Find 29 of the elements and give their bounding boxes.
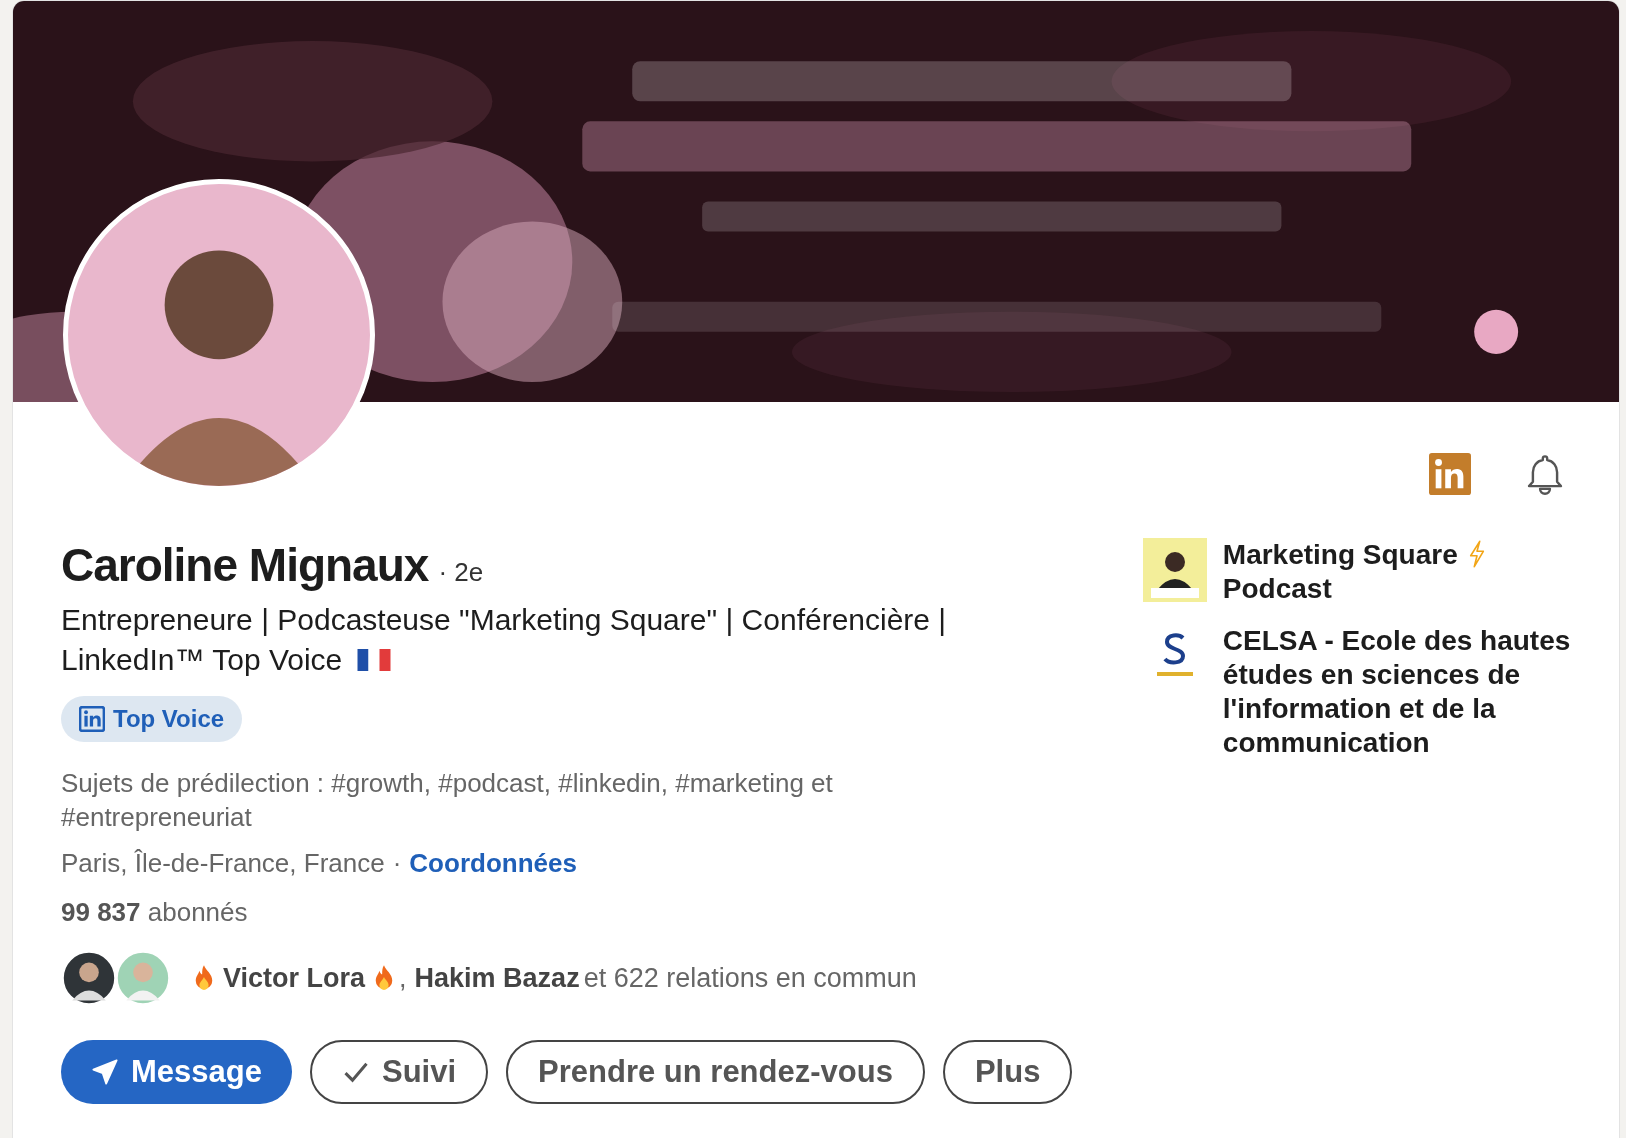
action-button[interactable]: Plus	[942, 1040, 1073, 1104]
headline: LinkedIn™ Top Voice	[61, 642, 343, 678]
headline: Entrepreneure | Podcasteuse "Marketing Square" | Conférencière |	[61, 602, 948, 638]
action-button[interactable]: Prendre un rendez-vous	[506, 1040, 925, 1104]
avatar[interactable]	[61, 950, 117, 1006]
podcast-logo-icon[interactable]	[1142, 538, 1207, 602]
followers-count: 99 837 abonnés	[61, 897, 249, 928]
fire-icon	[193, 964, 215, 992]
comma: ,	[399, 962, 407, 994]
action-button[interactable]: Suivi	[309, 1040, 489, 1104]
profile-name: Caroline Mignaux	[61, 538, 429, 592]
linkedin-icon[interactable]	[1429, 453, 1471, 495]
lightning-icon	[1467, 540, 1486, 568]
connection-name[interactable]: Hakim Bazaz	[414, 962, 580, 994]
experience-name[interactable]: CELSA - Ecole des hautes études en sciences de l'information et de la communication	[1222, 624, 1603, 760]
topics-text: Sujets de prédilection : #growth, #podcast, #linkedin, #marketing et #entrepreneuriat	[61, 767, 834, 834]
linkedin-icon	[79, 706, 105, 732]
message-button[interactable]: Message	[61, 1040, 292, 1104]
connection-name[interactable]: Victor Lora	[223, 962, 366, 994]
experience-subtitle: Podcast	[1222, 572, 1333, 606]
connection-degree: · 2e	[438, 557, 484, 588]
mutual-connections-text: et 622 relations en commun	[583, 962, 917, 994]
flag-icon	[356, 649, 393, 671]
send-icon	[91, 1058, 119, 1086]
experience-name[interactable]: Marketing Square	[1222, 539, 1458, 570]
contact-link[interactable]: Coordonnées	[409, 848, 577, 879]
separator-dot: ·	[392, 848, 402, 879]
location: Paris, Île-de-France, France	[61, 848, 385, 879]
top-voice-badge[interactable]: Top Voice	[61, 696, 243, 742]
